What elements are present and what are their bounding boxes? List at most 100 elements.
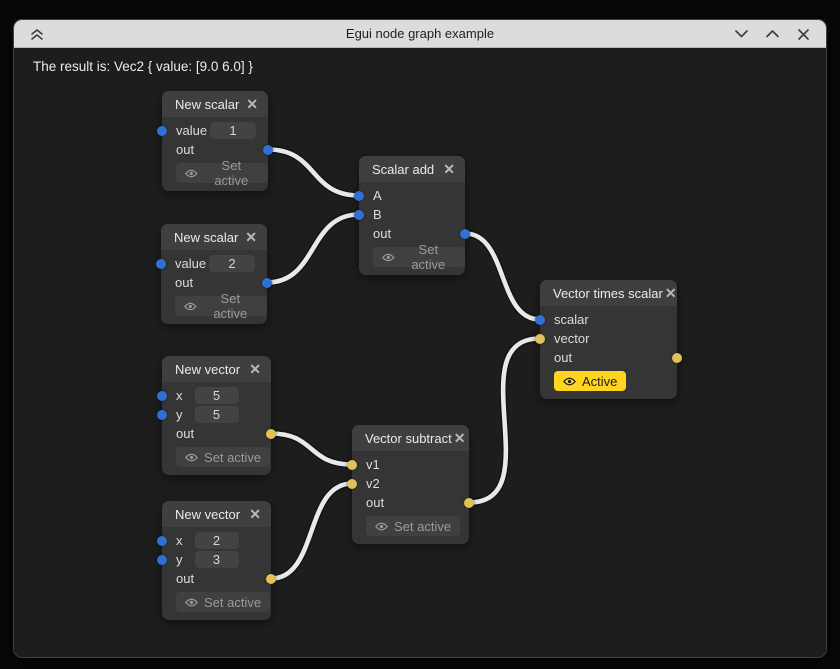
connection-wire [268,150,359,196]
node-row: v2 [352,474,469,493]
node-header[interactable]: New vector ✕ [162,356,271,382]
node-row: out [352,493,469,512]
row-label: out [554,350,572,365]
input-port[interactable] [156,259,166,269]
set-active-label: Set active [203,291,258,321]
output-port[interactable] [266,574,276,584]
node-row: A [359,186,465,205]
row-label: v2 [366,476,380,491]
node-row: out [161,273,267,292]
active-label: Active [582,374,617,389]
node-row: out [359,224,465,243]
value-drag-field[interactable]: 1 [210,122,256,139]
row-label: B [373,207,382,222]
node-row: out [162,140,268,159]
input-port[interactable] [157,555,167,565]
set-active-button[interactable]: Set active [176,592,270,612]
set-active-button[interactable]: Set active [175,296,267,316]
connection-wire [267,215,359,283]
connection-wire [271,434,352,465]
node-body: value 1 out Set active [162,117,268,191]
value-drag-field[interactable]: 5 [195,387,239,404]
input-port[interactable] [535,334,545,344]
node-title: Scalar add [372,162,441,177]
close-node-icon[interactable]: ✕ [663,285,679,301]
value-drag-field[interactable]: 5 [195,406,239,423]
node-header[interactable]: Vector times scalar ✕ [540,280,677,306]
output-port[interactable] [672,353,682,363]
row-label: x [176,388,183,403]
node-title: New vector [175,362,247,377]
node-row: value 2 [161,254,267,273]
value-drag-field[interactable]: 3 [195,551,239,568]
active-button[interactable]: Active [554,371,626,391]
row-label: y [176,407,183,422]
row-label: out [175,275,193,290]
eye-icon [375,522,388,531]
close-node-icon[interactable]: ✕ [247,506,263,522]
node-header[interactable]: New vector ✕ [162,501,271,527]
window-titlebar[interactable]: Egui node graph example [14,20,826,48]
value-drag-field[interactable]: 2 [195,532,239,549]
close-node-icon[interactable]: ✕ [247,361,263,377]
row-label: out [176,571,194,586]
row-label: x [176,533,183,548]
input-port[interactable] [157,391,167,401]
eye-icon [185,453,198,462]
input-port[interactable] [157,536,167,546]
node-row: out [162,569,271,588]
eye-icon [185,169,198,178]
row-label: out [176,426,194,441]
output-port[interactable] [464,498,474,508]
output-port[interactable] [266,429,276,439]
input-port[interactable] [157,126,167,136]
set-active-label: Set active [204,595,261,610]
node-title: New vector [175,507,247,522]
row-label: A [373,188,382,203]
set-active-button[interactable]: Set active [366,516,460,536]
input-port[interactable] [157,410,167,420]
chevron-down-icon [735,30,748,38]
minimize-button[interactable] [732,25,750,43]
input-port[interactable] [354,191,364,201]
close-node-icon[interactable]: ✕ [244,96,260,112]
row-label: out [373,226,391,241]
node-body: x 2 y 3 out Set active [162,527,271,620]
window-controls [732,20,812,48]
input-port[interactable] [535,315,545,325]
close-node-icon[interactable]: ✕ [243,229,259,245]
node-row: out [540,348,677,367]
eye-icon [184,302,197,311]
set-active-button[interactable]: Set active [176,163,268,183]
output-port[interactable] [262,278,272,288]
set-active-button[interactable]: Set active [176,447,270,467]
row-label: y [176,552,183,567]
close-node-icon[interactable]: ✕ [441,161,457,177]
output-port[interactable] [460,229,470,239]
row-label: value [176,123,207,138]
node-new-vector-2: New vector ✕ x 2 y 3 out [162,501,271,620]
close-node-icon[interactable]: ✕ [452,430,468,446]
node-header[interactable]: New scalar ✕ [162,91,268,117]
input-port[interactable] [347,460,357,470]
node-header[interactable]: Vector subtract ✕ [352,425,469,451]
node-new-vector-1: New vector ✕ x 5 y 5 out [162,356,271,475]
close-window-button[interactable] [794,25,812,43]
input-port[interactable] [354,210,364,220]
node-header[interactable]: Scalar add ✕ [359,156,465,182]
node-body: v1 v2 out Set active [352,451,469,544]
result-text: The result is: Vec2 { value: [9.0 6.0] } [33,59,253,74]
node-new-scalar-2: New scalar ✕ value 2 out Set active [161,224,267,324]
node-row: v1 [352,455,469,474]
row-label: v1 [366,457,380,472]
maximize-button[interactable] [763,25,781,43]
output-port[interactable] [263,145,273,155]
node-vector-times-scalar: Vector times scalar ✕ scalar vector out [540,280,677,399]
wires-svg [14,48,826,657]
connection-wire [465,234,540,320]
node-graph-canvas[interactable]: The result is: Vec2 { value: [9.0 6.0] }… [14,48,826,657]
value-drag-field[interactable]: 2 [209,255,255,272]
input-port[interactable] [347,479,357,489]
set-active-button[interactable]: Set active [373,247,465,267]
node-header[interactable]: New scalar ✕ [161,224,267,250]
